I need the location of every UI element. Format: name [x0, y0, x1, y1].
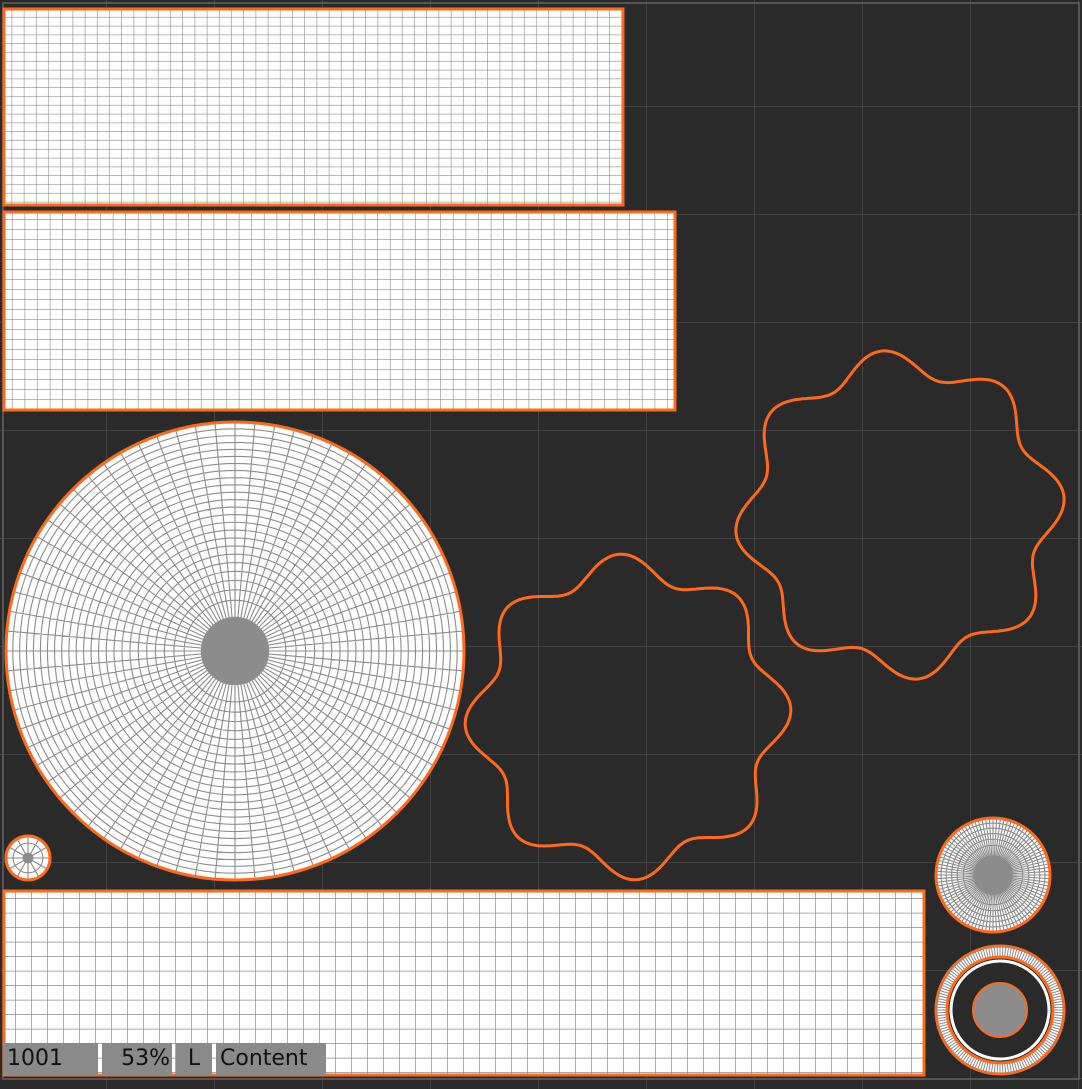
uv-shell-ring-bottom-right[interactable] — [934, 944, 1066, 1076]
uv-canvas[interactable] — [0, 0, 1082, 1089]
status-bar: 1001 53% L Content — [4, 1043, 326, 1075]
uv-viewport[interactable]: 1001 53% L Content — [0, 0, 1082, 1089]
status-zoom-level[interactable]: 53% — [102, 1043, 172, 1075]
uv-shell-rect-top[interactable] — [2, 7, 625, 207]
status-tile-number: 1001 — [4, 1043, 98, 1075]
uv-shell-disc-large[interactable] — [4, 420, 466, 882]
uv-shell-disc-small-left[interactable] — [4, 834, 52, 882]
uv-shell-rect-middle[interactable] — [2, 210, 677, 412]
uv-shell-disc-bottom-right[interactable] — [934, 816, 1052, 934]
status-mode[interactable]: L — [176, 1043, 212, 1075]
status-channel[interactable]: Content — [216, 1043, 326, 1075]
